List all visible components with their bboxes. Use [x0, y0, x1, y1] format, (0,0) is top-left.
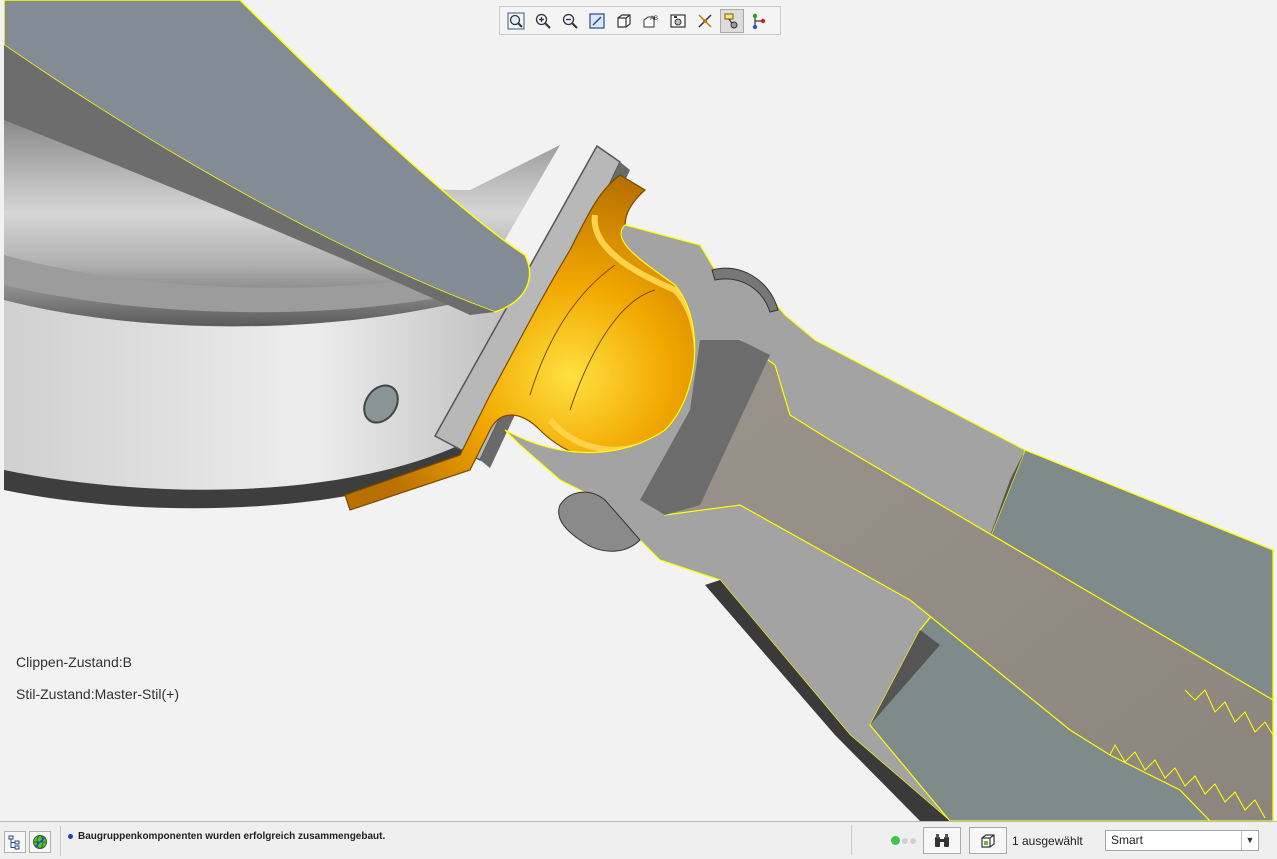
3d-viewport[interactable]: AB Clippen-Zustand:B Stil-Zustand:Master…: [4, 0, 1277, 821]
spin-center-button[interactable]: [747, 9, 771, 33]
status-separator: [60, 826, 61, 856]
binoculars-icon: [935, 833, 949, 847]
model-tree-icon: [8, 835, 20, 850]
clip-state-label: Clippen-Zustand:B: [16, 654, 132, 670]
datum-display-icon: [698, 13, 712, 28]
activity-indicator: [891, 836, 916, 845]
view-manager-button[interactable]: [666, 9, 690, 33]
display-style-button[interactable]: [612, 9, 636, 33]
repaint-button[interactable]: [585, 9, 609, 33]
annotation-display-icon: [724, 13, 738, 28]
view-toolbar: AB: [499, 6, 781, 35]
browser-toggle-button[interactable]: [29, 831, 51, 853]
datum-display-button[interactable]: [693, 9, 717, 33]
browser-globe-icon: [33, 835, 47, 849]
annotation-display-button[interactable]: [720, 8, 744, 33]
spin-center-icon: [752, 13, 766, 29]
chevron-down-icon[interactable]: ▼: [1241, 831, 1258, 850]
zoom-fit-button[interactable]: [504, 9, 528, 33]
zoom-fit-icon: [507, 12, 525, 29]
find-button[interactable]: [923, 827, 961, 854]
message-bullet-icon: [68, 834, 73, 839]
view-manager-icon: [670, 13, 686, 28]
selected-count: 1 ausgewählt: [1012, 834, 1083, 848]
status-separator: [851, 825, 852, 855]
activity-dot: [902, 838, 908, 844]
filter-dropdown[interactable]: Smart ▼: [1105, 830, 1259, 851]
saved-views-icon: AB: [643, 16, 658, 27]
selection-filter-button[interactable]: [969, 827, 1007, 854]
activity-dot-active: [891, 836, 900, 845]
display-style-icon: [617, 13, 631, 28]
activity-dot: [910, 838, 916, 844]
model-tree-toggle-button[interactable]: [4, 831, 26, 853]
zoom-in-icon: [535, 13, 551, 29]
zoom-out-button[interactable]: [558, 9, 582, 33]
zoom-out-icon: [562, 13, 578, 29]
model-scene[interactable]: [4, 0, 1277, 821]
style-state-label: Stil-Zustand:Master-Stil(+): [16, 686, 179, 702]
status-message: Baugruppenkomponenten wurden erfolgreich…: [78, 831, 386, 842]
repaint-icon: [589, 12, 605, 29]
cube-select-icon: [981, 833, 995, 848]
svg-text:AB: AB: [650, 16, 658, 22]
saved-views-button[interactable]: AB: [639, 9, 663, 33]
filter-value: Smart: [1111, 833, 1144, 847]
zoom-in-button[interactable]: [531, 9, 555, 33]
